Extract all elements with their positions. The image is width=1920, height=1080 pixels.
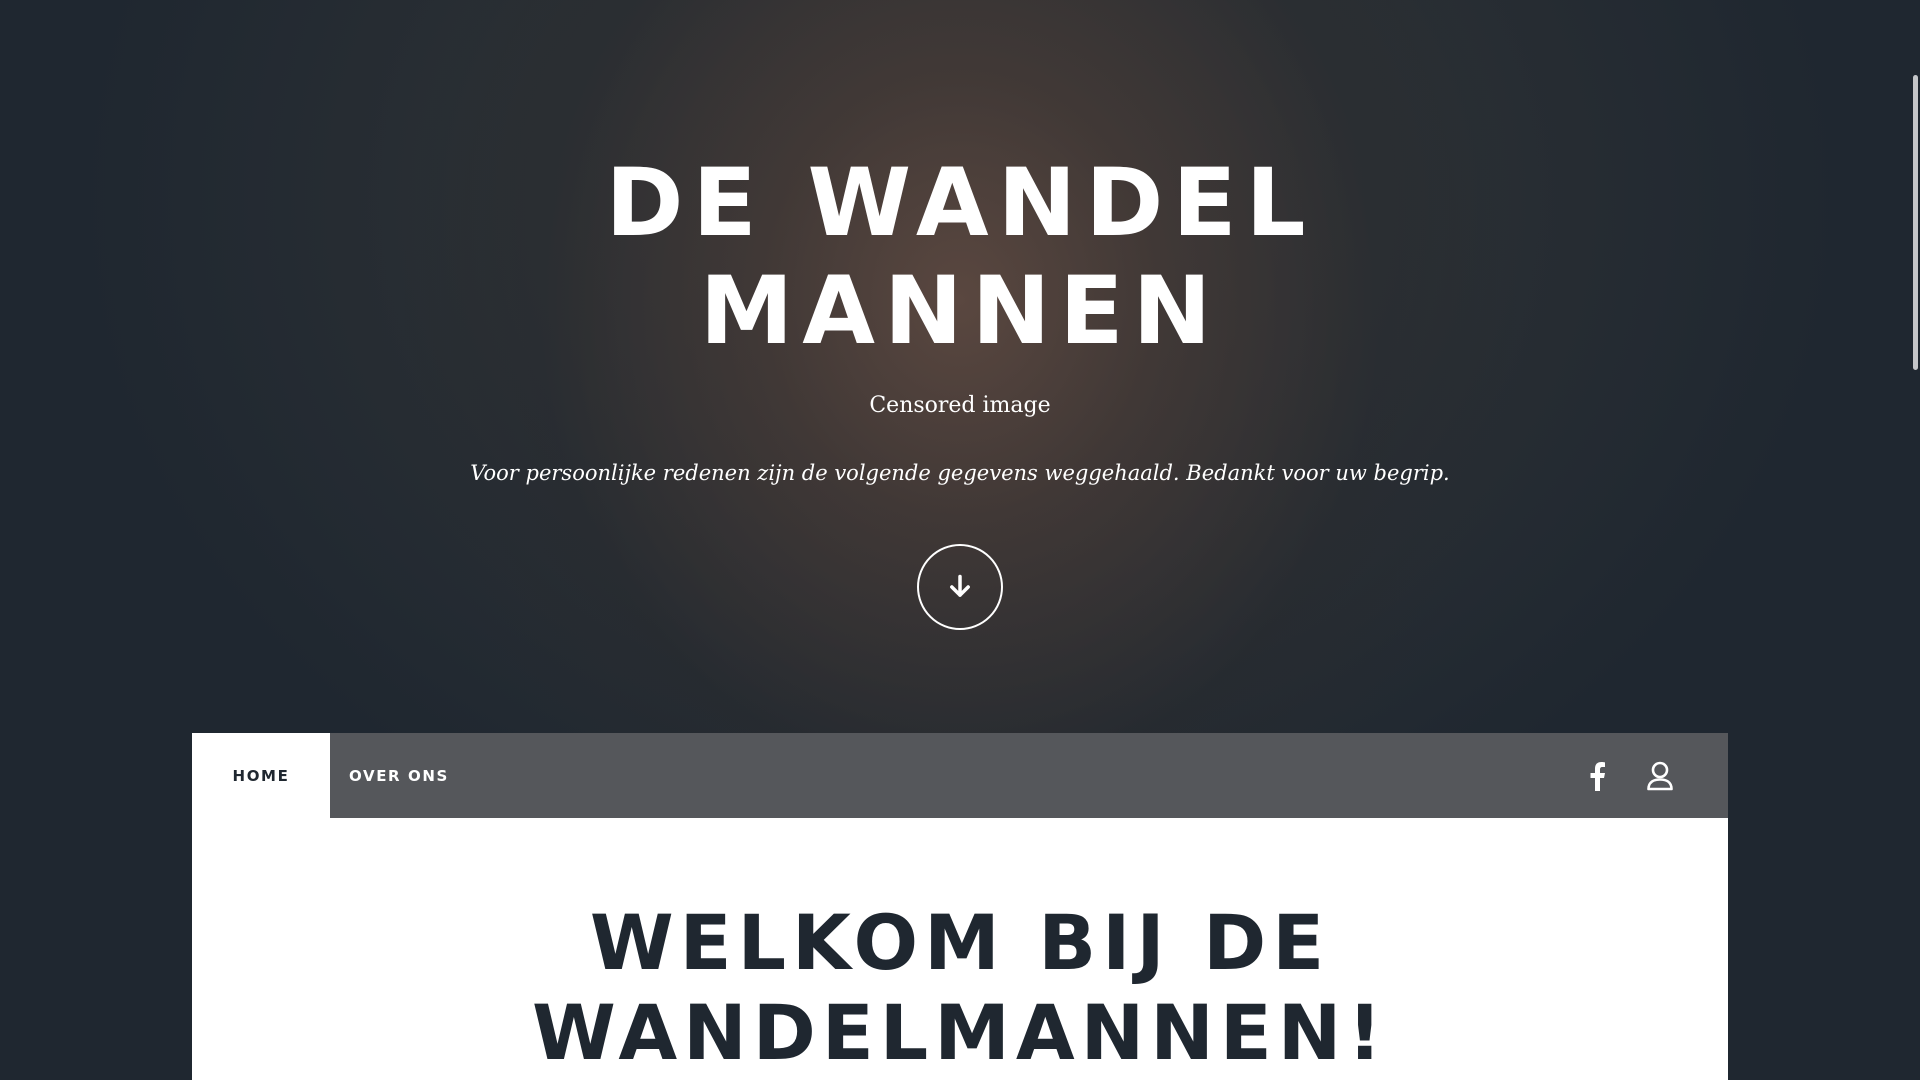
site-title: DE WANDEL MANNEN	[0, 150, 1920, 366]
user-icon	[1647, 761, 1673, 790]
nav-tab-home[interactable]: HOME	[192, 733, 330, 818]
main-content: WELKOM BIJ DE WANDELMANNEN!	[192, 818, 1728, 1080]
facebook-link[interactable]	[1572, 733, 1622, 818]
nav-tab-over-ons[interactable]: OVER ONS	[330, 733, 468, 818]
scrollbar[interactable]	[1913, 75, 1918, 370]
site-title-line-2: MANNEN	[699, 257, 1221, 366]
tagline: Censored image	[869, 393, 1051, 418]
main-navigation: HOME OVER ONS	[192, 733, 1728, 818]
account-link[interactable]	[1635, 733, 1685, 818]
welcome-heading: WELKOM BIJ DE WANDELMANNEN!	[192, 898, 1728, 1078]
scroll-down-button[interactable]	[917, 544, 1003, 630]
privacy-notice: Voor persoonlijke redenen zijn de volgen…	[470, 461, 1450, 485]
site-title-line-1: DE WANDEL	[605, 149, 1315, 258]
arrow-down-icon	[950, 574, 970, 597]
facebook-icon	[1590, 761, 1605, 791]
welcome-heading-line-1: WELKOM BIJ DE	[589, 898, 1331, 987]
welcome-heading-line-2: WANDELMANNEN!	[531, 988, 1389, 1077]
